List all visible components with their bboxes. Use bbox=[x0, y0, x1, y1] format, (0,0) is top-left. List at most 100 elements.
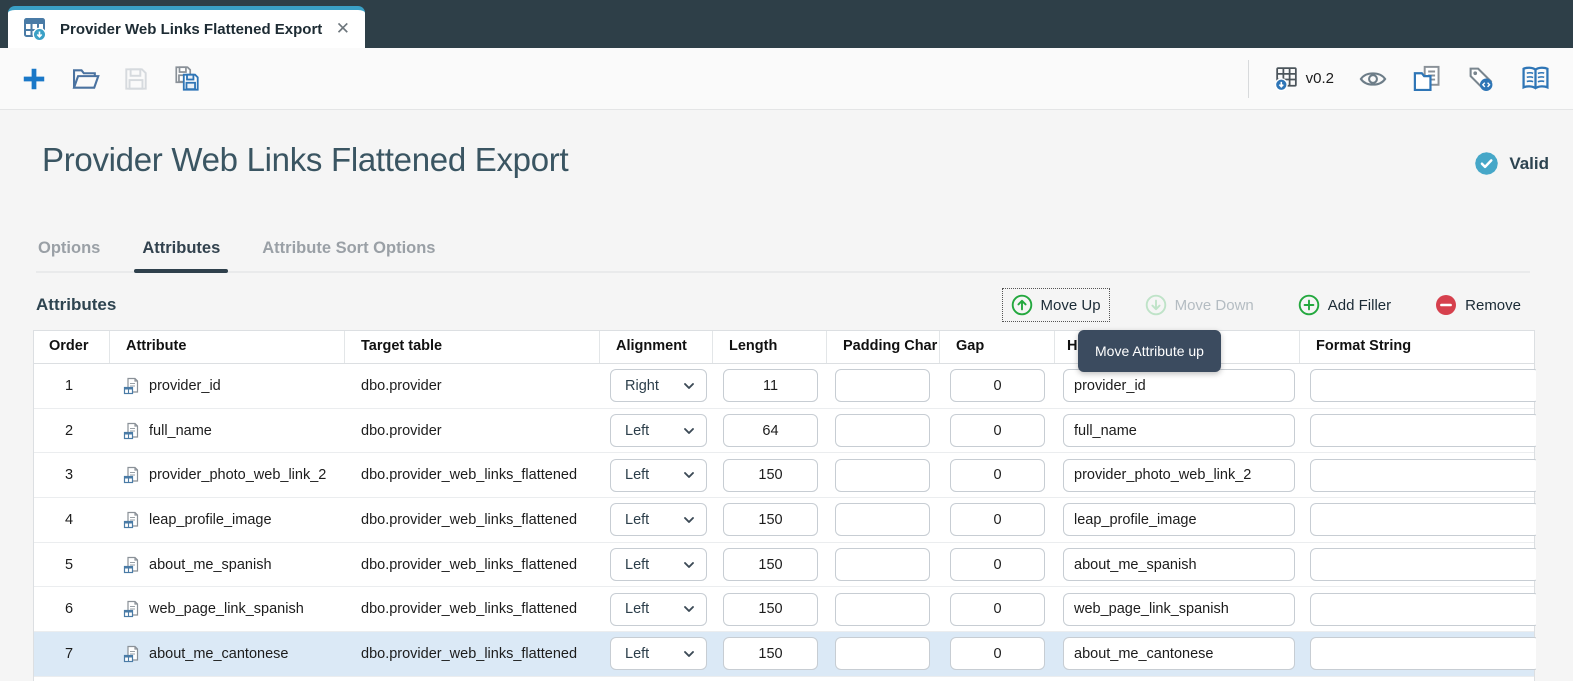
format-string-input[interactable] bbox=[1310, 593, 1536, 626]
preview-eye-button[interactable] bbox=[1358, 64, 1388, 94]
gap-input[interactable] bbox=[950, 593, 1045, 626]
header-input[interactable] bbox=[1063, 414, 1295, 447]
alignment-select[interactable]: Left bbox=[610, 459, 707, 492]
open-output-folder-button[interactable] bbox=[1412, 64, 1442, 94]
length-input[interactable] bbox=[723, 459, 818, 492]
tab-attribute-sort-options[interactable]: Attribute Sort Options bbox=[260, 233, 437, 271]
gap-input[interactable] bbox=[950, 548, 1045, 581]
target-table-cell: dbo.provider_web_links_flattened bbox=[345, 557, 600, 573]
order-cell: 5 bbox=[34, 557, 110, 573]
alignment-select[interactable]: Left bbox=[610, 637, 707, 670]
tab-attributes[interactable]: Attributes bbox=[140, 233, 222, 271]
attribute-cell: about_me_spanish bbox=[110, 556, 345, 574]
documentation-book-button[interactable] bbox=[1520, 63, 1551, 94]
tags-button[interactable] bbox=[1466, 64, 1496, 94]
format-string-input[interactable] bbox=[1310, 503, 1536, 536]
remove-button[interactable]: Remove bbox=[1426, 288, 1530, 322]
padding-char-input[interactable] bbox=[835, 637, 930, 670]
move-up-button[interactable]: Move Up bbox=[1002, 288, 1110, 322]
order-cell: 6 bbox=[34, 601, 110, 617]
table-row[interactable]: 2 full_name dbo.provider Left bbox=[34, 409, 1534, 454]
table-row[interactable]: 1 provider_id dbo.provider Right bbox=[34, 364, 1534, 409]
status-label: Valid bbox=[1509, 154, 1549, 174]
table-row[interactable]: 6 web_page_link_spanish dbo.provider_web… bbox=[34, 587, 1534, 632]
length-input[interactable] bbox=[723, 548, 818, 581]
alignment-select[interactable]: Left bbox=[610, 593, 707, 626]
save-as-button[interactable] bbox=[172, 64, 202, 94]
order-cell: 3 bbox=[34, 467, 110, 483]
gap-input[interactable] bbox=[950, 637, 1045, 670]
padding-char-input[interactable] bbox=[835, 548, 930, 581]
alignment-value: Right bbox=[625, 378, 682, 394]
attribute-field-icon bbox=[123, 466, 141, 484]
column-header-attribute: Attribute bbox=[110, 331, 345, 363]
header-input[interactable] bbox=[1063, 637, 1295, 670]
attributes-table-header: Order Attribute Target table Alignment L… bbox=[34, 331, 1534, 364]
section-title: Attributes bbox=[36, 295, 116, 315]
add-filler-button[interactable]: Add Filler bbox=[1289, 288, 1400, 322]
format-string-input[interactable] bbox=[1310, 637, 1536, 670]
header-input[interactable] bbox=[1063, 369, 1295, 402]
main-toolbar: v0.2 bbox=[0, 48, 1573, 110]
format-string-input[interactable] bbox=[1310, 548, 1536, 581]
order-cell: 1 bbox=[34, 378, 110, 394]
alignment-value: Left bbox=[625, 646, 682, 662]
document-tab[interactable]: Provider Web Links Flattened Export ✕ bbox=[8, 6, 365, 48]
export-version-button[interactable]: v0.2 bbox=[1273, 65, 1334, 92]
gap-input[interactable] bbox=[950, 414, 1045, 447]
length-input[interactable] bbox=[723, 503, 818, 536]
gap-input[interactable] bbox=[950, 503, 1045, 536]
format-string-input[interactable] bbox=[1310, 414, 1536, 447]
tab-options[interactable]: Options bbox=[36, 233, 102, 271]
table-row[interactable]: 7 about_me_cantonese dbo.provider_web_li… bbox=[34, 632, 1534, 677]
padding-char-input[interactable] bbox=[835, 459, 930, 492]
table-row[interactable]: 4 leap_profile_image dbo.provider_web_li… bbox=[34, 498, 1534, 543]
length-input[interactable] bbox=[723, 414, 818, 447]
header-input[interactable] bbox=[1063, 548, 1295, 581]
move-down-button: Move Down bbox=[1136, 288, 1263, 322]
column-header-alignment: Alignment bbox=[600, 331, 713, 363]
table-row[interactable]: 5 about_me_spanish dbo.provider_web_link… bbox=[34, 543, 1534, 588]
column-header-target-table: Target table bbox=[345, 331, 600, 363]
document-tab-title: Provider Web Links Flattened Export bbox=[60, 21, 333, 38]
padding-char-input[interactable] bbox=[835, 414, 930, 447]
column-header-length: Length bbox=[713, 331, 827, 363]
header-input[interactable] bbox=[1063, 503, 1295, 536]
padding-char-input[interactable] bbox=[835, 503, 930, 536]
length-input[interactable] bbox=[723, 593, 818, 626]
alignment-select[interactable]: Left bbox=[610, 503, 707, 536]
target-table-cell: dbo.provider bbox=[345, 378, 600, 394]
close-icon[interactable]: ✕ bbox=[333, 19, 353, 39]
alignment-select[interactable]: Left bbox=[610, 414, 707, 447]
padding-char-input[interactable] bbox=[835, 593, 930, 626]
column-header-format-string: Format String bbox=[1300, 331, 1536, 363]
header-input[interactable] bbox=[1063, 459, 1295, 492]
alignment-select[interactable]: Right bbox=[610, 369, 707, 402]
alignment-select[interactable]: Left bbox=[610, 548, 707, 581]
alignment-value: Left bbox=[625, 423, 682, 439]
attribute-field-icon bbox=[123, 645, 141, 663]
attributes-section-header: Attributes Move Up Move Down Add Filler bbox=[36, 286, 1530, 324]
page-title: Provider Web Links Flattened Export bbox=[42, 141, 568, 179]
new-button[interactable] bbox=[20, 65, 48, 93]
valid-seal-icon bbox=[1473, 150, 1500, 177]
target-table-cell: dbo.provider_web_links_flattened bbox=[345, 467, 600, 483]
gap-input[interactable] bbox=[950, 369, 1045, 402]
alignment-value: Left bbox=[625, 557, 682, 573]
padding-char-input[interactable] bbox=[835, 369, 930, 402]
move-down-label: Move Down bbox=[1175, 297, 1254, 314]
toolbar-divider bbox=[1248, 60, 1249, 98]
attributes-table: Order Attribute Target table Alignment L… bbox=[33, 330, 1535, 681]
attribute-cell: web_page_link_spanish bbox=[110, 600, 345, 618]
length-input[interactable] bbox=[723, 369, 818, 402]
format-string-input[interactable] bbox=[1310, 369, 1536, 402]
header-input[interactable] bbox=[1063, 593, 1295, 626]
format-string-input[interactable] bbox=[1310, 459, 1536, 492]
gap-input[interactable] bbox=[950, 459, 1045, 492]
table-row[interactable]: 3 provider_photo_web_link_2 dbo.provider… bbox=[34, 453, 1534, 498]
alignment-value: Left bbox=[625, 512, 682, 528]
attribute-name: leap_profile_image bbox=[149, 512, 272, 528]
open-button[interactable] bbox=[70, 64, 100, 94]
target-table-cell: dbo.provider bbox=[345, 423, 600, 439]
length-input[interactable] bbox=[723, 637, 818, 670]
